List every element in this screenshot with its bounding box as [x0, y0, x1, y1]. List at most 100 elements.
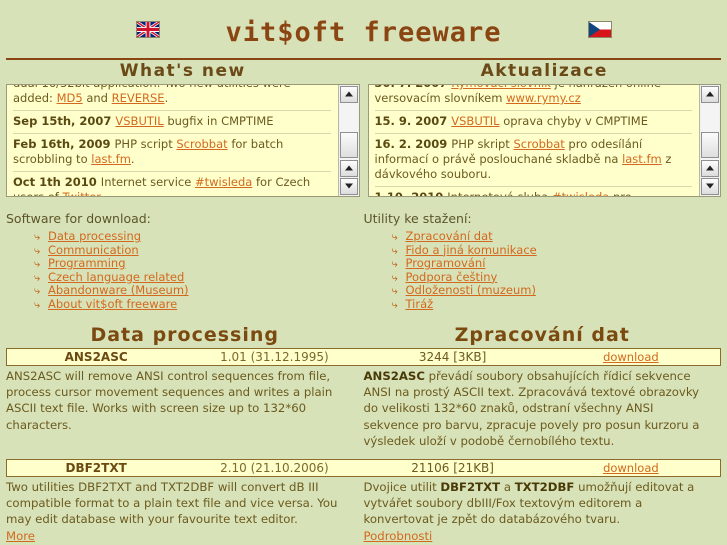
scroll-down-icon[interactable]: [701, 178, 719, 195]
news-item: Sep 15th, 2007 VSBUTIL bugfix in CMPTIME: [13, 111, 331, 134]
scroll-up-icon-2[interactable]: [339, 160, 358, 177]
news-link[interactable]: Twitter: [62, 190, 100, 196]
product-name: ANS2ASC: [64, 349, 128, 364]
list-item: ⤷ Fido a jiná komunikace: [392, 243, 722, 258]
list-item: ⤷ Zpracování dat: [391, 229, 722, 244]
product-description-en: ANS2ASC will remove ANSI control sequenc…: [6, 368, 333, 432]
whats-new-box[interactable]: dual 16/32bit application. Two new utili…: [6, 84, 360, 197]
product-name-inline: ANS2ASC: [363, 368, 425, 383]
news-item: 1.10. 2010 Internetová sluba #twisleda p…: [374, 187, 693, 197]
scroll-down-icon[interactable]: [339, 178, 358, 195]
news-link[interactable]: Scrobbat: [176, 137, 227, 151]
category-link[interactable]: Fido a jiná komunikace: [406, 243, 537, 257]
category-link[interactable]: Odloženosti (muzeum): [406, 283, 536, 298]
category-link[interactable]: Programování: [406, 256, 486, 270]
download-list-cz: Utility ke stažení: ⤷ Zpracování dat ⤷ Fido…: [364, 211, 722, 312]
category-link[interactable]: Data processing: [48, 229, 141, 243]
category-link[interactable]: Tiráž: [406, 297, 434, 311]
product-version: 2.10 (21.10.2006): [220, 460, 329, 475]
news-date: 30. 7. 2007: [375, 85, 452, 90]
news-column-cz: Aktualizace 30. 7. 2007 Rýmovací slovník…: [367, 60, 721, 197]
product-description-cz-text: a: [500, 479, 515, 494]
list-item: ⤷ Data processing: [34, 229, 364, 244]
product-description-row: ANS2ASC will remove ANSI control sequenc…: [0, 366, 727, 450]
news-link[interactable]: #twisleda: [195, 175, 252, 189]
news-text: .: [99, 190, 104, 197]
product-name: DBF2TXT: [65, 460, 127, 475]
product-description-cz-text: Dvojice utilit: [363, 479, 441, 494]
scrollbar-thumb[interactable]: [701, 132, 719, 158]
category-link[interactable]: Czech language related: [48, 270, 184, 284]
scroll-up-icon[interactable]: [701, 86, 719, 103]
scroll-up-icon[interactable]: [339, 86, 358, 103]
product-name-inline: TXT2DBF: [514, 479, 575, 494]
list-item: ⤷ About vit$oft freeware: [34, 297, 364, 312]
scroll-up-icon-2[interactable]: [701, 160, 719, 177]
download-list-en: Software for download: ⤷ Data processing ⤷…: [6, 211, 364, 312]
news-text: Internet service: [100, 175, 195, 189]
arrow-bullet-icon: ⤷: [391, 270, 398, 284]
news-text: bugfix in CMPTIME: [163, 114, 274, 128]
news-text: and: [82, 91, 112, 105]
news-text: PHP skript: [451, 137, 514, 151]
download-links-cz: ⤷ Zpracování dat ⤷ Fido a jiná komunikace ⤷ P…: [364, 229, 722, 312]
news-date: Sep 15th, 2007: [13, 114, 116, 128]
news-link[interactable]: MD5: [57, 91, 83, 105]
aktualizace-box[interactable]: 30. 7. 2007 Rýmovací slovník je nahrazen…: [367, 84, 721, 197]
news-link[interactable]: www.rymy.cz: [506, 91, 581, 105]
list-item: ⤷ Czech language related: [34, 270, 364, 285]
more-link-en[interactable]: More: [6, 529, 35, 543]
news-link[interactable]: Scrobbat: [513, 137, 564, 151]
category-link[interactable]: About vit$oft freeware: [48, 297, 177, 311]
news-text: Internetová sluba: [447, 190, 552, 197]
cz-flag-icon[interactable]: [588, 21, 612, 38]
more-link-cz[interactable]: Podrobnosti: [364, 529, 433, 543]
scrollbar-thumb[interactable]: [339, 132, 358, 158]
download-link[interactable]: download: [603, 461, 659, 475]
news-link[interactable]: VSBUTIL: [451, 114, 499, 128]
arrow-bullet-icon: ⤷: [34, 257, 41, 271]
news-date: 15. 9. 2007: [374, 114, 452, 128]
news-link[interactable]: VSBUTIL: [115, 114, 163, 128]
arrow-bullet-icon: ⤷: [34, 297, 41, 311]
category-link[interactable]: Abandonware (Museum): [48, 283, 189, 298]
product-download-cell: download: [542, 461, 720, 475]
news-date: 16. 2. 2009: [374, 137, 452, 151]
aktualizace-list: 30. 7. 2007 Rýmovací slovník je nahrazen…: [369, 85, 699, 197]
news-columns: What's new dual 16/32bit application. Tw…: [0, 60, 727, 197]
product-spacer: [0, 450, 727, 459]
arrow-bullet-icon: ⤷: [391, 297, 398, 311]
category-link[interactable]: Podpora češtiny: [406, 270, 498, 284]
arrow-bullet-icon: ⤷: [391, 257, 398, 271]
category-link[interactable]: Communication: [48, 243, 139, 257]
product-header-row: ANS2ASC 1.01 (31.12.1995) 3244 [3KB] downlo…: [6, 347, 721, 366]
news-date: 1.10. 2010: [374, 190, 448, 197]
news-link[interactable]: #twisleda: [552, 190, 609, 196]
whats-new-scrollbar[interactable]: [337, 85, 359, 196]
news-date: Oct 1th 2010: [13, 175, 101, 189]
news-link[interactable]: last.fm: [622, 152, 662, 166]
news-item: 16. 2. 2009 PHP skript Scrobbat pro odes…: [374, 134, 692, 187]
product-description-row: Two utilities DBF2TXT and TXT2DBF will c…: [0, 477, 727, 545]
news-item: Feb 16th, 2009 PHP script Scrobbat for b…: [13, 134, 331, 172]
news-link[interactable]: Rýmovací slovník: [451, 85, 551, 90]
category-link[interactable]: Zpracování dat: [406, 229, 493, 243]
list-item: ⤷ Odloženosti (muzeum): [392, 284, 722, 298]
aktualizace-scrollbar[interactable]: [699, 85, 720, 196]
whats-new-list: dual 16/32bit application. Two new utili…: [7, 85, 337, 197]
download-lists: Software for download: ⤷ Data processing ⤷…: [0, 197, 727, 312]
news-text: oprava chyby v CMPTIME: [499, 114, 648, 128]
news-date: Feb 16th, 2009: [13, 137, 115, 151]
news-item: 15. 9. 2007 VSBUTIL oprava chyby v CMPTI…: [374, 111, 692, 134]
news-item: dual 16/32bit application. Two new utili…: [13, 85, 331, 111]
news-link[interactable]: REVERSE: [112, 91, 165, 105]
product-name-inline: DBF2TXT: [440, 479, 501, 494]
download-link[interactable]: download: [603, 350, 659, 364]
news-link[interactable]: last.fm: [91, 152, 131, 166]
arrow-bullet-icon: ⤷: [391, 284, 398, 298]
section-headings: Data processing Zpracování dat: [0, 312, 727, 348]
category-link[interactable]: Programming: [48, 256, 126, 270]
section-heading-cz: Zpracování dat: [454, 323, 630, 346]
arrow-bullet-icon: ⤷: [391, 230, 398, 243]
arrow-bullet-icon: ⤷: [34, 230, 41, 243]
